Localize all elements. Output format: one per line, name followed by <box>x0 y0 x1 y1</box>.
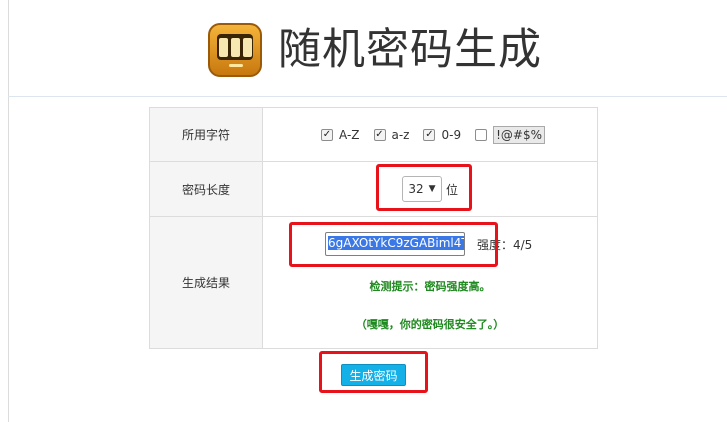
header-divider <box>8 96 727 97</box>
page-left-border <box>8 0 9 422</box>
checkbox-uppercase[interactable]: ✓ <box>321 128 333 141</box>
charset-option-symbols[interactable]: !@#$% <box>475 125 545 144</box>
charset-option-lowercase[interactable]: ✓ a-z <box>373 127 410 142</box>
logo-coin-slot <box>229 64 243 67</box>
length-label: 密码长度 <box>149 161 263 217</box>
charset-options: ✓ A-Z ✓ a-z ✓ 0-9 !@#$% <box>269 125 597 144</box>
checkbox-uppercase-label: A-Z <box>339 127 360 142</box>
slot-machine-icon <box>208 23 262 77</box>
annotation-box-button <box>319 351 428 393</box>
page-title: 随机密码生成 <box>278 25 542 75</box>
annotation-box-password <box>289 222 498 267</box>
logo-reel <box>230 37 240 57</box>
checkbox-lowercase-label: a-z <box>391 127 410 142</box>
result-label: 生成结果 <box>149 216 263 349</box>
checkbox-digits[interactable]: ✓ <box>423 128 436 141</box>
charset-option-uppercase[interactable]: ✓ A-Z <box>321 128 360 142</box>
checkbox-symbols-label: !@#$% <box>493 125 545 144</box>
charset-row: 所用字符 ✓ A-Z ✓ a-z ✓ 0-9 !@#$% <box>149 107 598 162</box>
annotation-box-length <box>376 164 472 211</box>
logo-reel <box>218 37 228 57</box>
checkbox-symbols[interactable] <box>475 128 488 141</box>
page-header: 随机密码生成 <box>208 20 542 80</box>
checkbox-digits-label: 0-9 <box>441 127 462 142</box>
logo-reel <box>242 37 252 57</box>
charset-option-digits[interactable]: ✓ 0-9 <box>423 128 461 142</box>
safety-hint: （嘎嘎，你的密码很安全了。） <box>355 318 505 331</box>
charset-field: ✓ A-Z ✓ a-z ✓ 0-9 !@#$% <box>262 107 598 162</box>
checkbox-lowercase[interactable]: ✓ <box>373 128 386 141</box>
charset-label: 所用字符 <box>149 107 263 162</box>
strength-hint: 检测提示：密码强度高。 <box>369 280 491 293</box>
length-row: 密码长度 32 ▼ 位 <box>149 161 598 217</box>
logo-reels <box>217 34 253 60</box>
